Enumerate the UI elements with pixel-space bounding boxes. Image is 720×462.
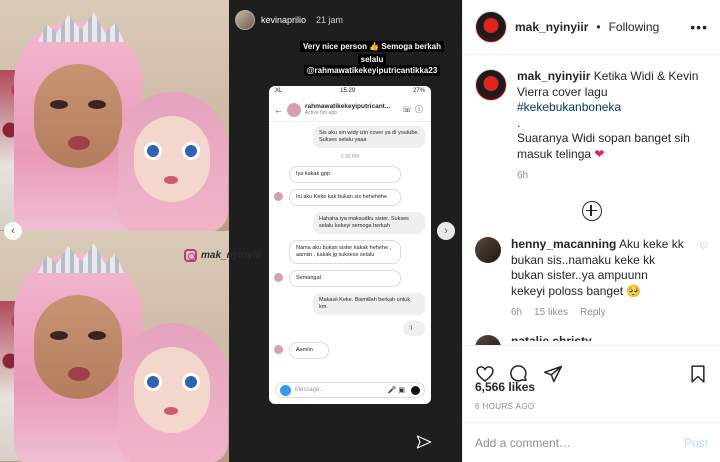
message: :): [403, 321, 425, 336]
photo-bottom: [0, 231, 229, 462]
story-avatar: [235, 10, 255, 30]
message: Nama aku bukan sister kakak hehehe , aam…: [289, 240, 401, 264]
comment-like-icon[interactable]: ♡: [699, 241, 708, 321]
heart-emoji: ❤: [594, 146, 605, 161]
message: Aamiin: [274, 342, 329, 359]
caption: mak_nyinyiir Ketika Widi & Kevin Vierra …: [475, 69, 708, 181]
story-time: 21 jam: [316, 15, 344, 25]
dm-messages: Sis aku sm widy izin cover ya di youtube…: [269, 122, 431, 369]
message: Ini aku Keke kak bukan sis hehehehe: [274, 189, 401, 206]
comments-panel: mak_nyinyiir Ketika Widi & Kevin Vierra …: [463, 55, 720, 345]
watermark: mak_nyinyiir: [184, 248, 284, 262]
message-timestamp: 1:39 PM: [340, 154, 360, 160]
load-more-comments-icon[interactable]: [581, 201, 602, 221]
comment-time: 6h: [511, 307, 523, 318]
instagram-logo-icon: [184, 248, 197, 262]
following-button[interactable]: Following: [609, 20, 660, 34]
dm-screenshot: XL 15.29 27% ← rahmawatikekeyiputricant.…: [269, 86, 431, 404]
call-info-icons: ☏ⓘ: [401, 105, 426, 114]
message: Sis aku sm widy izin cover ya di youtube…: [313, 126, 425, 148]
comment: henny_macanning Aku keke kk bukan sis..n…: [475, 237, 708, 321]
comment-likes[interactable]: 15 likes: [534, 305, 568, 321]
message: Makasii Keke. Bismillah berkah untuk km.: [313, 293, 425, 315]
watermark-text: mak_nyinyiir: [201, 249, 263, 261]
comment: natalie.christy: [475, 334, 708, 345]
reply-button[interactable]: Reply: [580, 305, 606, 321]
hashtag-link[interactable]: #kekebukanboneka: [517, 100, 621, 114]
mic-gallery-icons: 🎤▣: [387, 387, 407, 394]
post-header: mak_nyinyiir • Following •••: [463, 0, 720, 55]
share-send-icon[interactable]: [543, 364, 563, 384]
camera-icon: [280, 384, 291, 396]
story-username: kevinaprilio: [261, 15, 307, 25]
commenter-username[interactable]: natalie.christy: [511, 335, 592, 341]
send-icon: [416, 435, 432, 449]
story-screenshot: kevinaprilio 21 jam Very nice person 👍 S…: [229, 0, 462, 462]
caption-avatar[interactable]: [475, 69, 507, 101]
photo-top: [0, 0, 229, 231]
story-header: kevinaprilio 21 jam: [235, 10, 343, 30]
back-arrow-icon: ←: [274, 104, 283, 115]
commenter-avatar[interactable]: [475, 334, 501, 345]
caption-time: 6h: [517, 170, 529, 181]
story-sticker-1: Very nice person 👍 Semoga berkah: [283, 40, 461, 53]
collage-photos: [0, 0, 229, 462]
message: Hahaha iya maksudku sister. Sukses selal…: [313, 212, 425, 234]
more-options-icon[interactable]: •••: [690, 19, 708, 35]
commenter-avatar[interactable]: [475, 237, 501, 263]
add-comment-bar: Post: [463, 422, 720, 462]
instagram-post: mak_nyinyiir kevinaprilio 21 jam Very ni…: [0, 0, 720, 462]
previous-media-button[interactable]: ‹: [4, 222, 22, 240]
post-timestamp: 6 HOURS AGO: [475, 402, 535, 411]
author-username[interactable]: mak_nyinyiir: [515, 20, 588, 34]
add-comment-input[interactable]: [475, 435, 684, 450]
phone-status-bar: XL 15.29 27%: [275, 88, 425, 94]
dm-avatar: [287, 102, 301, 117]
caption-dot: .: [517, 115, 521, 130]
plus-icon: [411, 385, 420, 395]
post-sidebar: mak_nyinyiir • Following ••• mak_nyinyii…: [462, 0, 720, 462]
story-mention: @rahmawatikekeyiputricantikka23: [283, 64, 461, 77]
likes-count[interactable]: 6,566 likes: [475, 380, 535, 394]
dm-header: ← rahmawatikekeyiputricant... Active 5m …: [269, 98, 431, 122]
next-media-button[interactable]: ›: [437, 222, 455, 240]
separator-dot: •: [596, 20, 601, 34]
commenter-username[interactable]: henny_macanning: [511, 237, 616, 251]
dm-name: rahmawatikekeyiputricant...: [305, 103, 391, 110]
message: Semangat: [274, 270, 401, 287]
bookmark-icon[interactable]: [688, 364, 708, 384]
post-comment-button[interactable]: Post: [684, 436, 708, 450]
author-avatar[interactable]: [475, 11, 507, 43]
post-media[interactable]: mak_nyinyiir kevinaprilio 21 jam Very ni…: [0, 0, 462, 462]
message: Iya kakak gpp: [289, 166, 401, 183]
caption-username[interactable]: mak_nyinyiir: [517, 69, 590, 83]
dm-active: Active 5m ago: [305, 110, 337, 116]
dm-message-input: Message... 🎤▣: [275, 382, 425, 398]
